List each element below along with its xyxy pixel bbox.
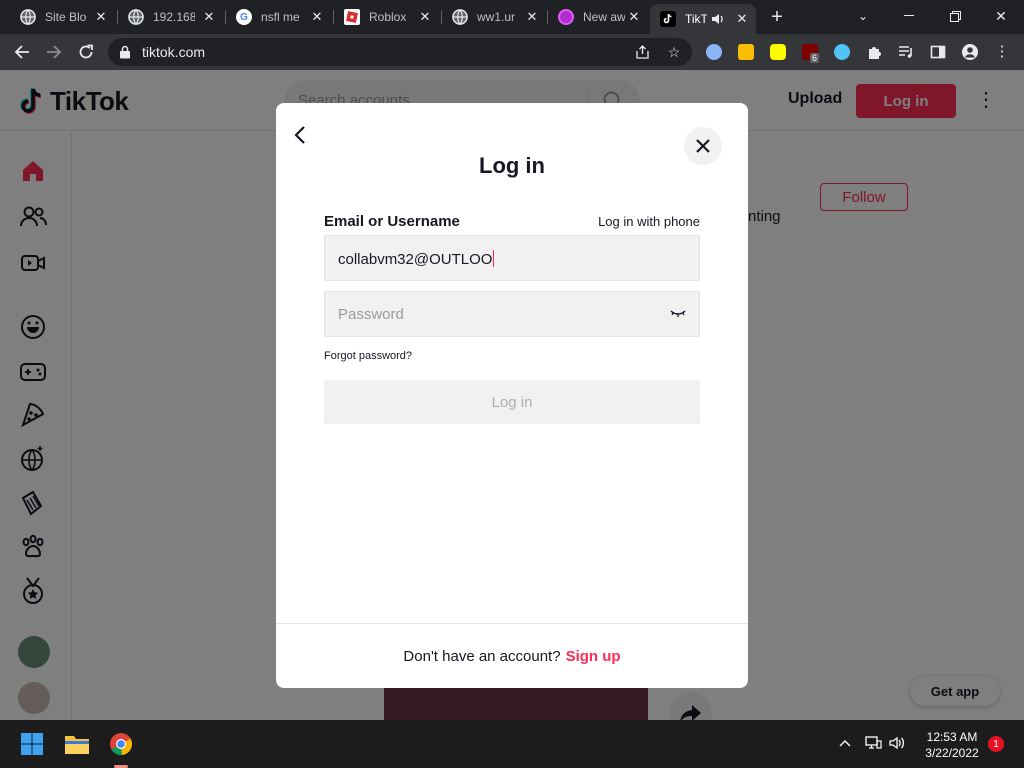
minimize-icon[interactable]	[886, 0, 932, 32]
google-icon: G	[236, 9, 252, 25]
email-label: Email or Username	[324, 213, 460, 230]
browser-tab[interactable]: Roblox ✕	[334, 4, 439, 30]
side-panel-icon[interactable]	[930, 44, 946, 60]
restore-icon[interactable]	[932, 0, 978, 32]
login-with-phone-link[interactable]: Log in with phone	[598, 214, 700, 229]
browser-tab[interactable]: 192.168 ✕	[118, 4, 223, 30]
tab-title: 192.168	[153, 10, 195, 24]
close-tab-icon[interactable]: ✕	[417, 9, 433, 25]
windows-taskbar: 12:53 AM 3/22/2022 1	[0, 720, 1024, 768]
reload-icon[interactable]	[74, 40, 98, 64]
hide-password-icon[interactable]	[669, 306, 687, 320]
notification-badge[interactable]: 1	[988, 736, 1004, 752]
lock-icon[interactable]	[118, 45, 132, 59]
roblox-icon	[344, 9, 360, 25]
password-placeholder: Password	[338, 306, 404, 323]
browser-tab[interactable]: G nsfl me ✕	[226, 4, 331, 30]
browser-tab-active[interactable]: TikT ✕	[650, 4, 756, 34]
close-tab-icon[interactable]: ✕	[309, 9, 325, 25]
extension-icon[interactable]	[706, 44, 722, 60]
file-explorer-icon[interactable]	[61, 728, 93, 760]
modal-footer: Don't have an account? Sign up	[276, 623, 748, 688]
bookmark-star-icon[interactable]: ☆	[666, 44, 682, 60]
system-clock[interactable]: 12:53 AM 3/22/2022	[916, 729, 988, 761]
chrome-icon[interactable]	[105, 728, 137, 760]
back-arrow-icon[interactable]	[10, 40, 34, 64]
forgot-password-link[interactable]: Forgot password?	[324, 350, 412, 362]
ublock-icon[interactable]: 6	[802, 44, 820, 63]
close-tab-icon[interactable]: ✕	[201, 9, 217, 25]
signup-link[interactable]: Sign up	[566, 648, 621, 665]
tab-title: New aw	[583, 10, 625, 24]
tiktok-page: TikTok Search accounts Upload Log in ⋮	[0, 70, 1024, 720]
signup-prompt: Don't have an account?	[403, 647, 561, 665]
email-field[interactable]: collabvm32@OUTLOO	[324, 235, 700, 410]
url-text: tiktok.com	[142, 44, 206, 60]
back-chevron-icon[interactable]	[290, 123, 312, 147]
profile-icon[interactable]	[962, 44, 978, 60]
browser-tab[interactable]: New aw ✕	[548, 4, 648, 30]
tiktok-icon	[660, 11, 676, 27]
globe-icon	[128, 9, 144, 25]
forward-arrow-icon[interactable]	[42, 40, 66, 64]
close-tab-icon[interactable]: ✕	[93, 9, 109, 25]
login-submit-button[interactable]: Log in	[324, 380, 700, 424]
password-field[interactable]: Password	[324, 291, 700, 337]
snapchat-icon[interactable]	[770, 44, 786, 60]
speaker-icon[interactable]	[711, 12, 725, 26]
email-value: collabvm32@OUTLOO	[338, 250, 495, 268]
windows-start-icon[interactable]	[16, 728, 48, 760]
extension-icon[interactable]	[834, 44, 850, 60]
tab-search-icon[interactable]: ⌄	[840, 0, 886, 32]
globe-icon	[452, 9, 468, 25]
address-bar[interactable]: tiktok.com ☆	[108, 38, 692, 66]
kebab-menu-icon[interactable]: ⋮	[994, 44, 1010, 60]
login-modal: Log in Email or Username Log in with pho…	[276, 103, 748, 688]
browser-tab-strip: Site Blo ✕ 192.168 ✕ G nsfl me ✕ Roblox …	[0, 0, 1024, 34]
media-control-icon[interactable]	[898, 44, 914, 60]
tab-title: Roblox	[369, 10, 407, 24]
tab-title: TikT	[685, 12, 707, 26]
volume-icon[interactable]	[888, 734, 906, 752]
clock-time: 12:53 AM	[926, 730, 978, 744]
chevron-up-icon[interactable]	[836, 734, 854, 752]
globe-icon	[20, 9, 36, 25]
close-window-icon[interactable]: ✕	[978, 0, 1024, 32]
network-icon[interactable]	[864, 734, 882, 752]
clock-date: 3/22/2022	[925, 746, 979, 760]
purple-circle-icon	[558, 9, 574, 25]
browser-toolbar: tiktok.com ☆ 6 ⋮	[0, 34, 1024, 70]
tab-title: Site Blo	[45, 10, 87, 24]
browser-tab[interactable]: ww1.ur ✕	[442, 4, 546, 30]
new-tab-button[interactable]: +	[766, 6, 788, 28]
extension-icon[interactable]	[738, 44, 754, 60]
close-tab-icon[interactable]: ✕	[734, 11, 750, 27]
extension-badge: 6	[810, 53, 820, 63]
text-caret	[493, 250, 495, 267]
share-icon[interactable]	[634, 44, 650, 60]
browser-tab[interactable]: Site Blo ✕	[10, 4, 115, 30]
modal-title: Log in	[479, 153, 545, 178]
tab-title: nsfl me	[261, 10, 300, 24]
tab-title: ww1.ur	[477, 10, 516, 24]
close-tab-icon[interactable]: ✕	[524, 9, 540, 25]
close-tab-icon[interactable]: ✕	[626, 9, 642, 25]
puzzle-icon[interactable]	[866, 44, 882, 60]
